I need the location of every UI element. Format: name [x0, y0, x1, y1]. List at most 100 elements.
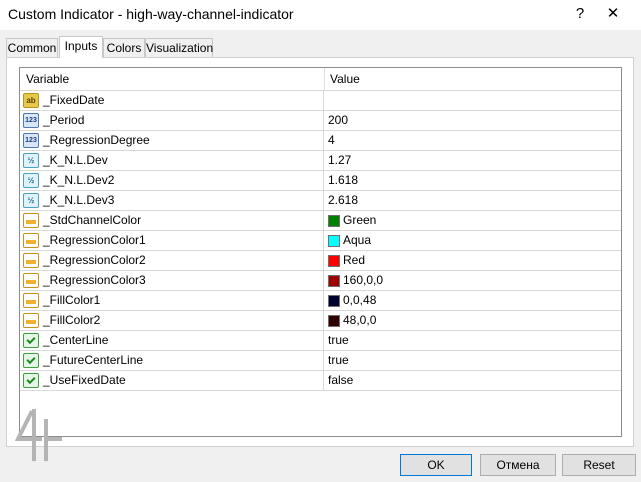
string-ab-icon: ab — [23, 93, 39, 108]
variable-name: _RegressionColor1 — [43, 233, 146, 247]
variable-value: 1.27 — [328, 153, 352, 167]
variable-cell[interactable]: _UseFixedDate — [20, 371, 324, 391]
inputs-panel: Variable Value ab _FixedDate 123 _Period 200… — [6, 57, 634, 447]
title-bar: Custom Indicator - high-way-channel-indi… — [0, 0, 641, 30]
reset-button[interactable]: Reset — [562, 454, 636, 476]
value-cell[interactable] — [324, 91, 621, 111]
variable-value: 1.618 — [328, 173, 359, 187]
color-swatch — [328, 295, 340, 307]
value-cell[interactable]: 160,0,0 — [324, 271, 621, 291]
table-row[interactable]: 123 _RegressionDegree 4 — [20, 131, 621, 151]
variable-value: Green — [343, 213, 377, 227]
value-cell[interactable]: Aqua — [324, 231, 621, 251]
close-button[interactable]: ✕ — [600, 3, 626, 25]
color-icon — [23, 313, 39, 328]
help-button[interactable]: ? — [569, 3, 591, 25]
variable-value: 48,0,0 — [343, 313, 377, 327]
table-row[interactable]: _RegressionColor2 Red — [20, 251, 621, 271]
table-row[interactable]: _StdChannelColor Green — [20, 211, 621, 231]
boolean-icon — [23, 333, 39, 348]
value-cell[interactable]: Green — [324, 211, 621, 231]
variable-name: _Period — [43, 113, 85, 127]
variable-value: false — [328, 373, 354, 387]
table-row[interactable]: _CenterLine true — [20, 331, 621, 351]
variable-value: 160,0,0 — [343, 273, 384, 287]
variable-value: 2.618 — [328, 193, 359, 207]
variable-value: 4 — [328, 133, 335, 147]
table-row[interactable]: ½ _K_N.L.Dev2 1.618 — [20, 171, 621, 191]
variable-value: true — [328, 333, 349, 347]
value-cell[interactable]: 48,0,0 — [324, 311, 621, 331]
variable-name: _FillColor1 — [43, 293, 101, 307]
variable-name: _K_N.L.Dev3 — [43, 193, 115, 207]
table-row[interactable]: ½ _K_N.L.Dev 1.27 — [20, 151, 621, 171]
color-icon — [23, 213, 39, 228]
tab-colors[interactable]: Colors — [103, 38, 145, 57]
window-title: Custom Indicator - high-way-channel-indi… — [8, 6, 294, 22]
table-row[interactable]: _RegressionColor1 Aqua — [20, 231, 621, 251]
variable-cell[interactable]: ½ _K_N.L.Dev2 — [20, 171, 324, 191]
variable-name: _CenterLine — [43, 333, 109, 347]
table-row[interactable]: _RegressionColor3 160,0,0 — [20, 271, 621, 291]
color-icon — [23, 293, 39, 308]
table-row[interactable]: _UseFixedDate false — [20, 371, 621, 391]
variable-cell[interactable]: 123 _Period — [20, 111, 324, 131]
variable-cell[interactable]: _RegressionColor1 — [20, 231, 324, 251]
tab-common[interactable]: Common — [6, 38, 58, 57]
variable-value: Red — [343, 253, 366, 267]
inputs-grid: Variable Value ab _FixedDate 123 _Period 200… — [19, 67, 622, 437]
value-cell[interactable]: Red — [324, 251, 621, 271]
tab-visualization[interactable]: Visualization — [145, 38, 213, 57]
variable-name: _FixedDate — [43, 93, 105, 107]
variable-cell[interactable]: ab _FixedDate — [20, 91, 324, 111]
variable-cell[interactable]: 123 _RegressionDegree — [20, 131, 324, 151]
color-icon — [23, 253, 39, 268]
table-row[interactable]: ab _FixedDate — [20, 91, 621, 111]
variable-cell[interactable]: _FutureCenterLine — [20, 351, 324, 371]
column-header-variable[interactable]: Variable — [20, 68, 325, 90]
value-cell[interactable]: true — [324, 331, 621, 351]
boolean-icon — [23, 373, 39, 388]
color-swatch — [328, 315, 340, 327]
variable-cell[interactable]: ½ _K_N.L.Dev — [20, 151, 324, 171]
tab-strip: Common Inputs Colors Visualization — [0, 36, 641, 58]
variable-name: _K_N.L.Dev — [43, 153, 108, 167]
value-cell[interactable]: 2.618 — [324, 191, 621, 211]
variable-cell[interactable]: _RegressionColor2 — [20, 251, 324, 271]
variable-cell[interactable]: _FillColor2 — [20, 311, 324, 331]
table-row[interactable]: 123 _Period 200 — [20, 111, 621, 131]
variable-name: _K_N.L.Dev2 — [43, 173, 115, 187]
variable-cell[interactable]: _RegressionColor3 — [20, 271, 324, 291]
color-swatch — [328, 255, 340, 267]
color-swatch — [328, 215, 340, 227]
variable-cell[interactable]: _CenterLine — [20, 331, 324, 351]
watermark-logo-icon — [14, 409, 62, 461]
table-row[interactable]: ½ _K_N.L.Dev3 2.618 — [20, 191, 621, 211]
table-row[interactable]: _FillColor1 0,0,48 — [20, 291, 621, 311]
value-cell[interactable]: false — [324, 371, 621, 391]
value-cell[interactable]: 4 — [324, 131, 621, 151]
variable-cell[interactable]: ½ _K_N.L.Dev3 — [20, 191, 324, 211]
tab-inputs[interactable]: Inputs — [59, 36, 103, 58]
ok-button[interactable]: OK — [400, 454, 472, 476]
color-icon — [23, 233, 39, 248]
value-cell[interactable]: 1.618 — [324, 171, 621, 191]
variable-name: _UseFixedDate — [43, 373, 126, 387]
variable-cell[interactable]: _FillColor1 — [20, 291, 324, 311]
cancel-button[interactable]: Отмена — [480, 454, 556, 476]
variable-value: 200 — [328, 113, 349, 127]
value-cell[interactable]: 0,0,48 — [324, 291, 621, 311]
variable-value: true — [328, 353, 349, 367]
column-header-value[interactable]: Value — [324, 68, 620, 90]
boolean-icon — [23, 353, 39, 368]
variable-name: _FutureCenterLine — [43, 353, 144, 367]
variable-value: 0,0,48 — [343, 293, 377, 307]
value-cell[interactable]: 200 — [324, 111, 621, 131]
table-row[interactable]: _FutureCenterLine true — [20, 351, 621, 371]
double-fraction-icon: ½ — [23, 153, 39, 168]
value-cell[interactable]: true — [324, 351, 621, 371]
value-cell[interactable]: 1.27 — [324, 151, 621, 171]
table-row[interactable]: _FillColor2 48,0,0 — [20, 311, 621, 331]
variable-cell[interactable]: _StdChannelColor — [20, 211, 324, 231]
color-swatch — [328, 235, 340, 247]
